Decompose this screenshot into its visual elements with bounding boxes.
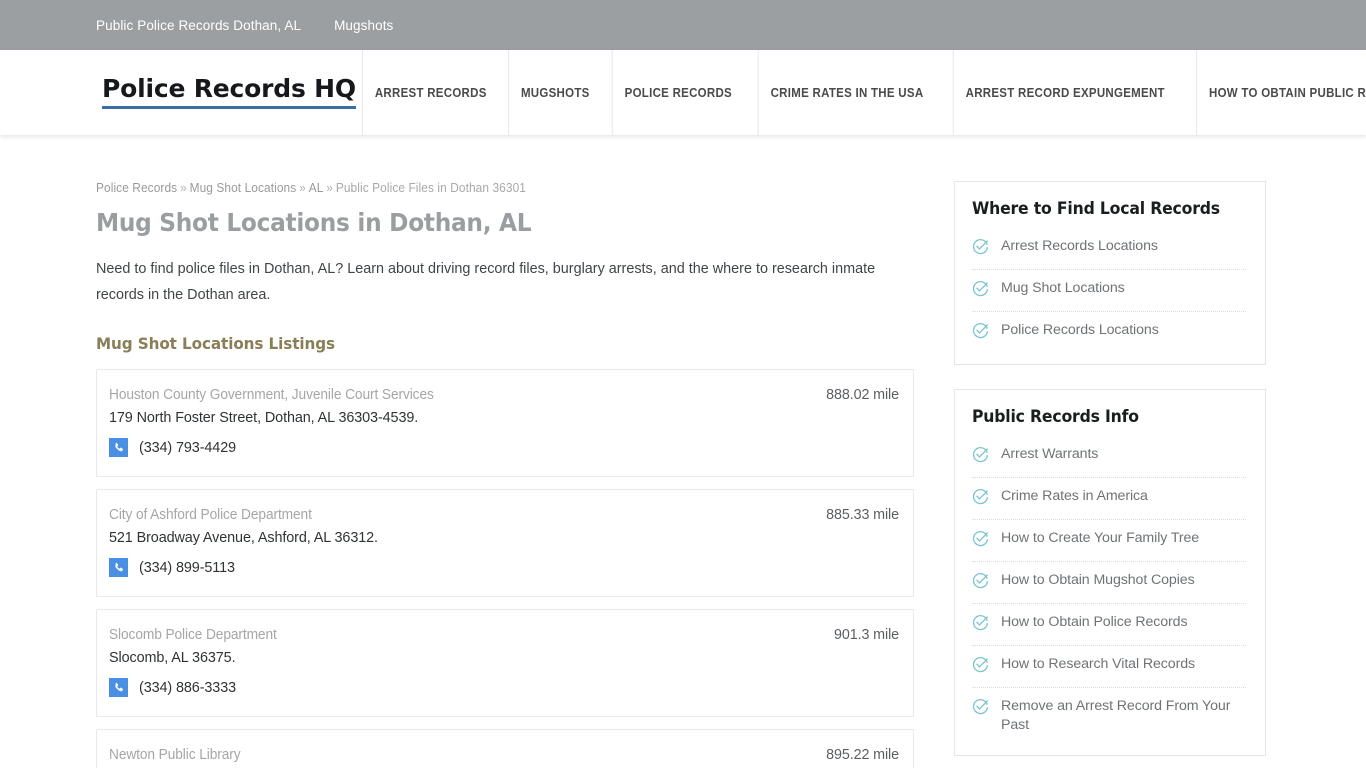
listing-name[interactable]: Newton Public Library [109,747,241,763]
breadcrumb-item-police-records[interactable]: Police Records [96,181,177,195]
check-circle-icon [972,488,989,510]
listing-name[interactable]: City of Ashford Police Department [109,507,312,523]
listing-distance: 885.33 mile [826,507,899,523]
page-body: Police Records» Mug Shot Locations» AL» Pub… [0,135,1366,768]
check-circle-icon [972,614,989,636]
sidebar-item-label[interactable]: Arrest Warrants [1001,445,1098,464]
primary-navigation: ARREST RECORDS MUGSHOTS POLICE RECORDS C… [356,50,1366,135]
sidebar-item-label[interactable]: Remove an Arrest Record From Your Past [1001,697,1246,735]
site-logo[interactable]: Police Records HQ [102,76,356,109]
sidebar-item-arrest-records-locations[interactable]: Arrest Records Locations [972,228,1246,270]
sidebar-item-how-to-research-vital-records[interactable]: How to Research Vital Records [972,646,1246,688]
top-utility-bar: Public Police Records Dothan, AL Mugshot… [0,0,1366,50]
check-circle-icon [972,656,989,678]
sidebar-item-police-records-locations[interactable]: Police Records Locations [972,312,1246,353]
sidebar-item-mug-shot-locations[interactable]: Mug Shot Locations [972,270,1246,312]
check-circle-icon [972,698,989,720]
breadcrumb-item-current: Public Police Files in Dothan 36301 [335,181,526,195]
widget-title: Public Records Info [972,407,1139,426]
sidebar-item-label[interactable]: Police Records Locations [1001,321,1159,340]
topbar-link-public-police-records[interactable]: Public Police Records Dothan, AL [96,18,301,33]
listing-header: Newton Public Library 895.22 mile [109,747,899,763]
sidebar-item-label[interactable]: Arrest Records Locations [1001,237,1158,256]
check-circle-icon [972,322,989,344]
phone-icon [109,438,128,457]
listing-card[interactable]: Newton Public Library 895.22 mile 209 Oa… [96,729,914,768]
nav-item-arrest-record-expungement[interactable]: ARREST RECORD EXPUNGEMENT [952,50,1177,135]
sidebar-item-how-to-obtain-police-records[interactable]: How to Obtain Police Records [972,604,1246,646]
nav-item-how-to-obtain-public-records[interactable]: HOW TO OBTAIN PUBLIC RECORDS [1196,50,1366,135]
listing-card[interactable]: City of Ashford Police Department 885.33… [96,489,914,597]
breadcrumb-item-al[interactable]: AL [309,181,324,195]
nav-item-crime-rates-in-the-usa[interactable]: CRIME RATES IN THE USA [757,50,936,135]
listing-phone-row: (334) 899-5113 [109,558,899,577]
listing-phone-row: (334) 793-4429 [109,438,899,457]
page-intro-text: Need to find police files in Dothan, AL?… [96,261,876,303]
nav-item-arrest-records[interactable]: ARREST RECORDS [361,50,499,135]
breadcrumb-item-mug-shot-locations[interactable]: Mug Shot Locations [190,181,297,195]
phone-icon [109,678,128,697]
listing-distance: 888.02 mile [826,387,899,403]
widget-list: Arrest Warrants Crime Rates in America H… [972,436,1246,744]
listing-phone-number[interactable]: (334) 886-3333 [139,680,236,696]
breadcrumb-separator: » [326,181,333,195]
widget-public-records-info: Public Records Info Arrest Warrants Crim… [954,389,1266,756]
listings-container: Houston County Government, Juvenile Cour… [96,369,914,768]
check-circle-icon [972,572,989,594]
sidebar-item-how-to-create-your-family-tree[interactable]: How to Create Your Family Tree [972,520,1246,562]
sidebar-item-how-to-obtain-mugshot-copies[interactable]: How to Obtain Mugshot Copies [972,562,1246,604]
sidebar-item-crime-rates-in-america[interactable]: Crime Rates in America [972,478,1246,520]
sidebar-item-label[interactable]: How to Obtain Police Records [1001,613,1188,632]
main-content: Police Records» Mug Shot Locations» AL» Pub… [96,181,914,768]
listing-phone-number[interactable]: (334) 793-4429 [139,440,236,456]
widget-where-to-find-local-records: Where to Find Local Records Arrest Recor… [954,181,1266,365]
check-circle-icon [972,280,989,302]
listing-distance: 895.22 mile [826,747,899,763]
breadcrumb: Police Records» Mug Shot Locations» AL» Pub… [96,181,873,195]
listing-header: City of Ashford Police Department 885.33… [109,507,899,523]
breadcrumb-separator: » [180,181,187,195]
listing-name[interactable]: Houston County Government, Juvenile Cour… [109,387,434,403]
nav-item-mugshots[interactable]: MUGSHOTS [508,50,602,135]
sidebar-item-arrest-warrants[interactable]: Arrest Warrants [972,436,1246,478]
check-circle-icon [972,238,989,260]
listing-distance: 901.3 mile [834,627,899,643]
listing-name[interactable]: Slocomb Police Department [109,627,277,643]
listing-address: Slocomb, AL 36375. [109,650,236,666]
widget-list: Arrest Records Locations Mug Shot Locati… [972,228,1246,353]
phone-icon [109,558,128,577]
topbar-link-mugshots[interactable]: Mugshots [334,18,393,33]
logo-container: Police Records HQ [0,50,356,135]
listing-phone-row: (334) 886-3333 [109,678,899,697]
listing-address: 179 North Foster Street, Dothan, AL 3630… [109,410,419,426]
check-circle-icon [972,446,989,468]
sidebar-item-remove-an-arrest-record-from-your-past[interactable]: Remove an Arrest Record From Your Past [972,688,1246,744]
sidebar: Where to Find Local Records Arrest Recor… [954,181,1266,768]
listing-address: 521 Broadway Avenue, Ashford, AL 36312. [109,530,378,546]
sidebar-item-label[interactable]: How to Research Vital Records [1001,655,1195,674]
listing-header: Houston County Government, Juvenile Cour… [109,387,899,403]
sidebar-item-label[interactable]: Crime Rates in America [1001,487,1148,506]
check-circle-icon [972,530,989,552]
widget-title: Where to Find Local Records [972,199,1220,218]
listing-header: Slocomb Police Department 901.3 mile [109,627,899,643]
section-title-listings: Mug Shot Locations Listings [96,334,335,353]
page-title: Mug Shot Locations in Dothan, AL [96,208,532,237]
site-header: Police Records HQ ARREST RECORDS MUGSHOT… [0,50,1366,135]
nav-item-police-records[interactable]: POLICE RECORDS [611,50,744,135]
breadcrumb-separator: » [299,181,306,195]
listing-card[interactable]: Houston County Government, Juvenile Cour… [96,369,914,477]
listing-phone-number[interactable]: (334) 899-5113 [139,560,235,576]
sidebar-item-label[interactable]: Mug Shot Locations [1001,279,1125,298]
sidebar-item-label[interactable]: How to Obtain Mugshot Copies [1001,571,1195,590]
listing-card[interactable]: Slocomb Police Department 901.3 mile Slo… [96,609,914,717]
sidebar-item-label[interactable]: How to Create Your Family Tree [1001,529,1199,548]
